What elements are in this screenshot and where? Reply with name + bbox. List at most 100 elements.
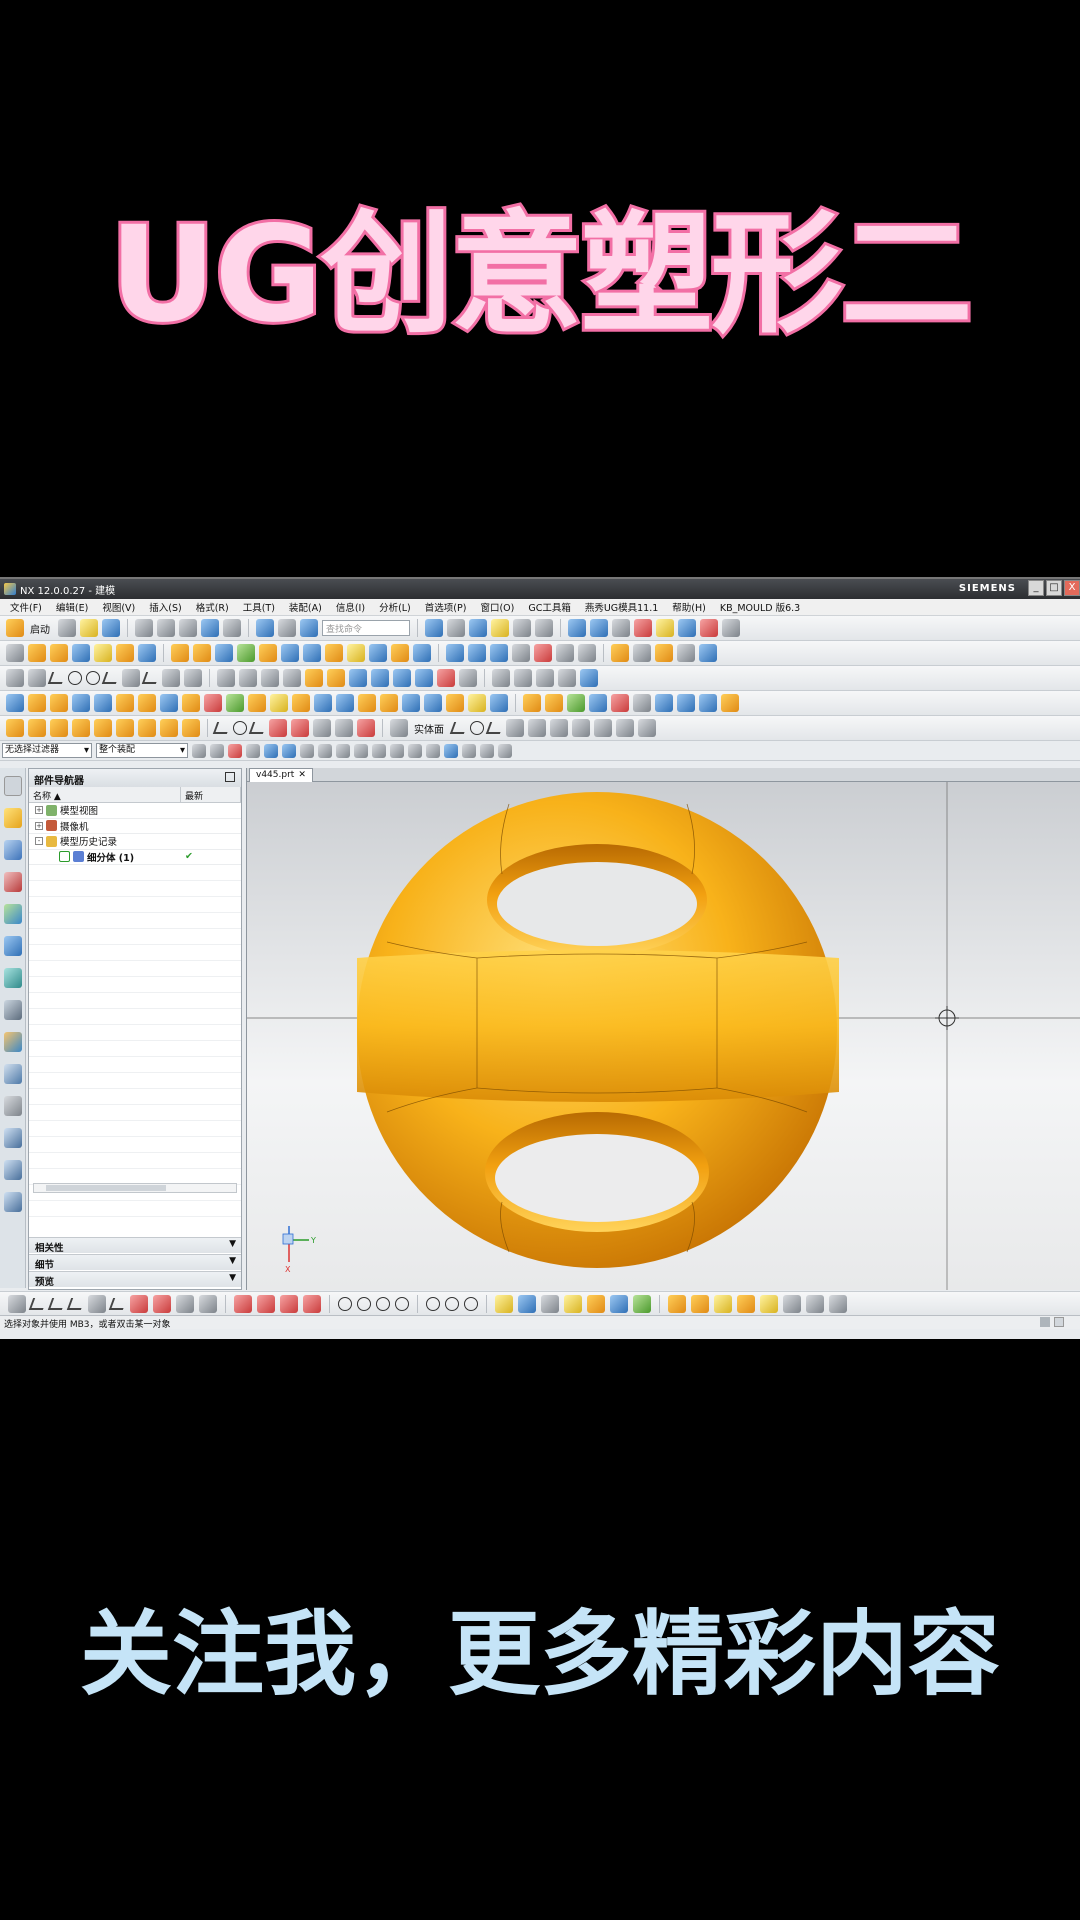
bracket-icon[interactable] [280,1294,298,1313]
menu-gc-toolbox[interactable]: GC工具箱 [528,600,571,614]
wcs-icon[interactable] [568,619,586,637]
constraint-navigator-icon[interactable] [3,840,22,860]
label-chamfer-icon[interactable] [138,694,156,712]
type-filter-select[interactable]: 无选择过滤器 [2,743,92,758]
render-style-icon[interactable] [447,619,465,637]
wave-icon[interactable] [116,719,134,737]
resize-blend-icon[interactable] [116,694,134,712]
menu-analysis[interactable]: 分析(L) [379,600,411,614]
frame-icon[interactable] [611,694,629,712]
through-curves-icon[interactable] [468,644,486,662]
box-icon[interactable] [545,694,563,712]
layer-icon[interactable] [278,619,296,637]
law-curve-icon[interactable] [313,719,331,737]
cube-gold-icon[interactable] [587,1294,605,1313]
analysis-icon[interactable] [634,619,652,637]
view-section-icon[interactable] [633,694,651,712]
sketch-icon[interactable] [6,644,24,662]
offset-region-icon[interactable] [72,694,90,712]
link-icon[interactable] [153,1294,171,1313]
chamfer-icon[interactable] [281,644,299,662]
menu-tools[interactable]: 工具(T) [243,600,275,614]
spline-sketch-icon[interactable] [130,1294,148,1313]
fillet-curve-icon[interactable] [101,672,121,684]
box-dark-icon[interactable] [541,1294,559,1313]
rect-tool-icon[interactable] [506,719,524,737]
select-mode-icon[interactable] [210,743,224,758]
extrude-icon[interactable] [28,644,46,662]
radial-dimension-icon[interactable] [358,694,376,712]
step-forward-icon[interactable] [536,669,554,687]
rewind-icon[interactable] [492,669,510,687]
make-symmetric-icon[interactable] [248,694,266,712]
reuse-library-icon[interactable] [3,904,22,924]
make-coaxial-icon[interactable] [204,694,222,712]
project-curve-icon[interactable] [217,669,235,687]
paste-icon[interactable] [179,619,197,637]
document-icon[interactable] [518,1294,536,1313]
grid-gold-icon[interactable] [714,1294,732,1313]
curve-sketch-icon[interactable] [108,1297,128,1310]
start-icon[interactable] [6,619,24,637]
menu-preferences[interactable]: 首选项(P) [425,600,467,614]
paperclip-icon[interactable] [8,1294,26,1313]
circle-icon[interactable] [86,671,100,685]
tree-row-model-views[interactable]: + 模型视图 [29,803,241,819]
trim-body-icon[interactable] [347,644,365,662]
surface-icon[interactable] [446,644,464,662]
color-palette-icon[interactable] [567,694,585,712]
step-back-icon[interactable] [514,669,532,687]
select-body-icon[interactable] [282,743,296,758]
helix-icon[interactable] [248,722,268,734]
select-curve-icon[interactable] [480,743,494,758]
move-component-icon[interactable] [72,719,90,737]
isoparametric-icon[interactable] [335,719,353,737]
select-filter-icon[interactable] [192,743,206,758]
expand-icon[interactable]: + [35,821,43,830]
menu-yanxiu-mold[interactable]: 燕秀UG模具11.1 [585,600,658,614]
offset-face-icon[interactable] [391,644,409,662]
swept-icon[interactable] [490,644,508,662]
table-icon[interactable] [721,694,739,712]
plus-body-icon[interactable] [633,1294,651,1313]
circle-tool-icon[interactable] [470,721,484,735]
linear-dimension-icon[interactable] [314,694,332,712]
link-body-icon[interactable] [691,1294,709,1313]
status-window-icon[interactable] [1054,1317,1064,1327]
ruler-icon[interactable] [722,619,740,637]
wrap-icon[interactable] [437,669,455,687]
line-tool-icon[interactable] [449,722,469,734]
offset-curve-icon[interactable] [184,669,202,687]
replace-icon[interactable] [94,694,112,712]
mirror-assembly-icon[interactable] [182,719,200,737]
add-component-icon[interactable] [28,719,46,737]
subtract-icon[interactable] [193,644,211,662]
select-box-icon[interactable] [246,743,260,758]
constraint-icon[interactable] [50,719,68,737]
move-icon[interactable] [28,694,46,712]
point-icon[interactable] [162,669,180,687]
select-face-icon[interactable] [264,743,278,758]
datum-axis-icon[interactable] [616,719,634,737]
datum-csys-icon[interactable] [638,719,656,737]
orient-icon[interactable] [491,619,509,637]
join-icon[interactable] [393,669,411,687]
menu-assembly[interactable]: 装配(A) [289,600,322,614]
make-parallel-icon[interactable] [270,694,288,712]
clock-icon[interactable] [3,1000,22,1020]
circle-f-icon[interactable] [445,1296,459,1311]
make-perpendicular-icon[interactable] [292,694,310,712]
copy-body-icon[interactable] [668,1294,686,1313]
palette-icon[interactable] [3,1192,22,1212]
menu-file[interactable]: 文件(F) [10,600,42,614]
roles-icon[interactable] [3,1096,22,1116]
point-on-face-icon[interactable] [426,743,440,758]
layout-icon[interactable] [699,694,717,712]
cone-icon[interactable] [116,644,134,662]
mid-point-icon[interactable] [318,743,332,758]
hd3d-tools-icon[interactable] [3,1160,22,1180]
resize-icon[interactable] [699,644,717,662]
hammer-icon[interactable] [495,1294,513,1313]
save-icon[interactable] [102,619,120,637]
block-icon[interactable] [72,644,90,662]
